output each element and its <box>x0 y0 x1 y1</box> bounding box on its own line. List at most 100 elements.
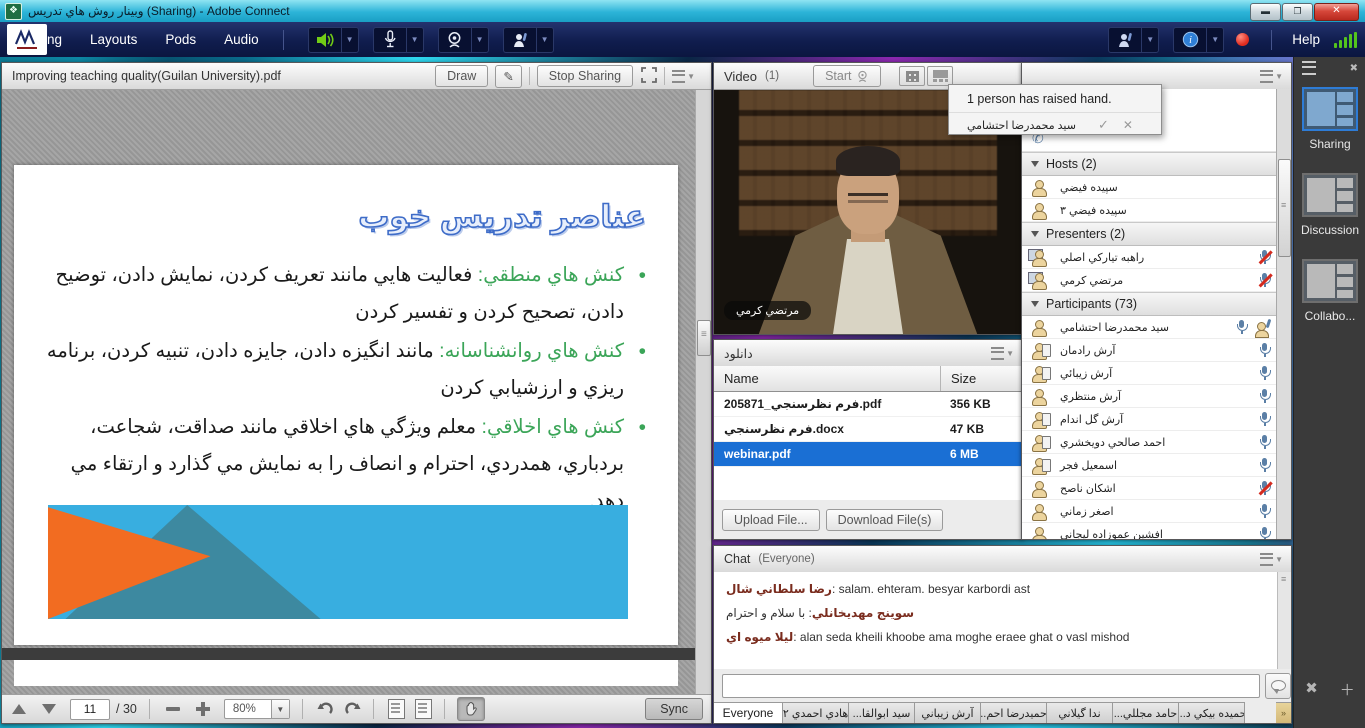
attendee-row[interactable]: آرش گل اندام <box>1022 408 1277 431</box>
share-pod-menu-button[interactable]: ▼ <box>672 70 695 83</box>
attendees-scrollbar-thumb[interactable] <box>1278 159 1291 257</box>
attendee-row[interactable]: افشين عموزاده ليجاني <box>1022 523 1277 539</box>
column-name[interactable]: Name <box>714 366 941 391</box>
download-files-button[interactable]: Download File(s) <box>826 509 944 531</box>
menu-pods[interactable]: Pods <box>165 32 196 47</box>
rotate-left-button[interactable] <box>317 702 334 717</box>
attendee-row[interactable]: سپيده فيضي <box>1022 176 1277 199</box>
draw-button[interactable]: Draw <box>435 65 488 87</box>
chat-tab[interactable]: سيد ابوالقا... <box>849 702 915 723</box>
attendee-row[interactable]: آرش منتظري <box>1022 385 1277 408</box>
layout-sharing[interactable]: Sharing <box>1294 87 1365 151</box>
fullscreen-button[interactable] <box>641 67 657 86</box>
participants-section-header[interactable]: Participants (73) <box>1022 292 1277 316</box>
webcam-dropdown[interactable]: ▼ <box>471 27 489 53</box>
pan-tool-button[interactable] <box>457 697 485 721</box>
menu-audio[interactable]: Audio <box>224 32 259 47</box>
dismiss-hand-button[interactable]: ✕ <box>1123 118 1133 132</box>
files-table: فرم نظرسنجي_205871.pdf 356 KB فرم نظرسنج… <box>714 392 1022 500</box>
approve-hand-button[interactable]: ✓ <box>1098 117 1109 133</box>
zoom-out-button[interactable] <box>166 707 180 711</box>
add-layout-icon[interactable]: ＋ <box>1340 679 1355 700</box>
attendee-row[interactable]: سيد محمدرضا احتشامي <box>1022 316 1277 339</box>
chat-tab[interactable]: حميدرضا احم.. <box>981 702 1047 723</box>
sidebar-close-icon[interactable]: ✖ <box>1350 63 1358 74</box>
attendee-name: اسمعيل فجر <box>1060 459 1117 472</box>
attendee-row[interactable]: اشكان ناصح <box>1022 477 1277 500</box>
webcam-button[interactable] <box>438 27 471 53</box>
attendee-row[interactable]: راهبه تياركي اصلي <box>1022 246 1277 269</box>
chat-tab[interactable]: حميده بيكي د... <box>1179 702 1245 723</box>
file-row[interactable]: فرم نظرسنجي_205871.pdf 356 KB <box>714 392 1022 417</box>
raised-hand-status-button[interactable] <box>1108 27 1141 53</box>
previous-page-button[interactable] <box>12 704 26 714</box>
column-size[interactable]: Size <box>941 366 976 391</box>
start-webcam-button[interactable]: Start <box>813 65 881 87</box>
attendees-scrollbar[interactable] <box>1276 89 1291 539</box>
fit-page-button[interactable] <box>388 699 405 719</box>
chat-input[interactable] <box>722 674 1260 698</box>
attendee-row[interactable]: سپيده فيضي ۳ <box>1022 199 1277 222</box>
sidebar-menu-icon[interactable] <box>1302 61 1316 75</box>
stop-sharing-button[interactable]: Stop Sharing <box>537 65 633 87</box>
raise-hand-button[interactable] <box>503 27 536 53</box>
upload-file-button[interactable]: Upload File... <box>722 509 820 531</box>
chat-tabs-overflow-button[interactable]: » <box>1276 702 1291 723</box>
attendee-row[interactable]: مرتضي كرمي <box>1022 269 1277 292</box>
files-pod-menu-button[interactable]: ▼ <box>991 347 1014 360</box>
speaker-dropdown[interactable]: ▼ <box>341 27 359 53</box>
zoom-in-button[interactable] <box>196 702 210 716</box>
pointer-tool-button[interactable]: ✎ <box>495 65 521 88</box>
layout-label: Discussion <box>1294 223 1365 237</box>
minimize-button[interactable]: ▬ <box>1250 3 1281 21</box>
menu-layouts[interactable]: Layouts <box>90 32 137 47</box>
chat-scrollbar[interactable] <box>1277 572 1291 669</box>
chat-tab[interactable]: حامد مجللي... <box>1113 702 1179 723</box>
microphone-button[interactable] <box>373 27 406 53</box>
share-pod-header: Improving teaching quality(Guilan Univer… <box>2 63 711 90</box>
chat-pod-menu-button[interactable]: ▼ <box>1260 553 1283 566</box>
layout-discussion[interactable]: Discussion <box>1294 173 1365 237</box>
attendee-row[interactable]: اسمعيل فجر <box>1022 454 1277 477</box>
attendee-row[interactable]: آرش رادمان <box>1022 339 1277 362</box>
chat-tab[interactable]: ندا گيلاني <box>1047 702 1113 723</box>
chat-tab[interactable]: هادي احمدي ۲ <box>783 702 849 723</box>
file-row[interactable]: فرم نظرسنجي.docx 47 KB <box>714 417 1022 442</box>
delete-layout-icon[interactable]: ✖ <box>1305 679 1318 700</box>
chat-bubble-icon <box>1271 680 1286 691</box>
info-button[interactable]: i <box>1173 27 1206 53</box>
status-dropdown[interactable]: ▼ <box>536 27 554 53</box>
grid-view-button[interactable] <box>899 66 925 86</box>
sync-button[interactable]: Sync <box>645 698 703 720</box>
restore-button[interactable]: ❐ <box>1282 3 1313 21</box>
raised-hand-status-dropdown[interactable]: ▼ <box>1141 27 1159 53</box>
microphone-dropdown[interactable]: ▼ <box>406 27 424 53</box>
share-scrollbar[interactable] <box>695 90 711 695</box>
connection-signal-icon[interactable] <box>1334 32 1357 48</box>
info-dropdown[interactable]: ▼ <box>1206 27 1224 53</box>
speaker-button[interactable] <box>308 27 341 53</box>
chat-tab[interactable]: آرش زيباني <box>915 702 981 723</box>
microphone-control: ▼ <box>373 27 424 53</box>
next-page-button[interactable] <box>42 704 56 714</box>
send-message-button[interactable] <box>1265 673 1291 699</box>
presenters-section-header[interactable]: Presenters (2) <box>1022 222 1277 246</box>
file-row[interactable]: webinar.pdf 6 MB <box>714 442 1022 467</box>
rotate-right-button[interactable] <box>344 702 361 717</box>
close-button[interactable]: ✕ <box>1314 3 1359 21</box>
filmstrip-view-button[interactable] <box>927 66 953 86</box>
attendee-row[interactable]: آرش زيبائي <box>1022 362 1277 385</box>
zoom-level-select[interactable]: 80% ▼ <box>224 699 290 719</box>
zoom-dropdown-arrow[interactable]: ▼ <box>271 700 289 718</box>
presenters-list: راهبه تياركي اصلي مرتضي كرمي <box>1022 246 1277 292</box>
layout-collaboration[interactable]: Collabo... <box>1294 259 1365 323</box>
attendees-pod-menu-button[interactable]: ▼ <box>1260 70 1283 83</box>
hosts-section-header[interactable]: Hosts (2) <box>1022 152 1277 176</box>
share-scrollbar-thumb[interactable] <box>697 320 711 356</box>
fit-width-button[interactable] <box>415 699 432 719</box>
page-number-input[interactable] <box>70 699 110 720</box>
attendee-row[interactable]: احمد صالحي دويخشري <box>1022 431 1277 454</box>
help-menu[interactable]: Help <box>1292 32 1320 47</box>
chat-tab[interactable]: Everyone <box>714 702 783 723</box>
attendee-row[interactable]: اصغر زماني <box>1022 500 1277 523</box>
